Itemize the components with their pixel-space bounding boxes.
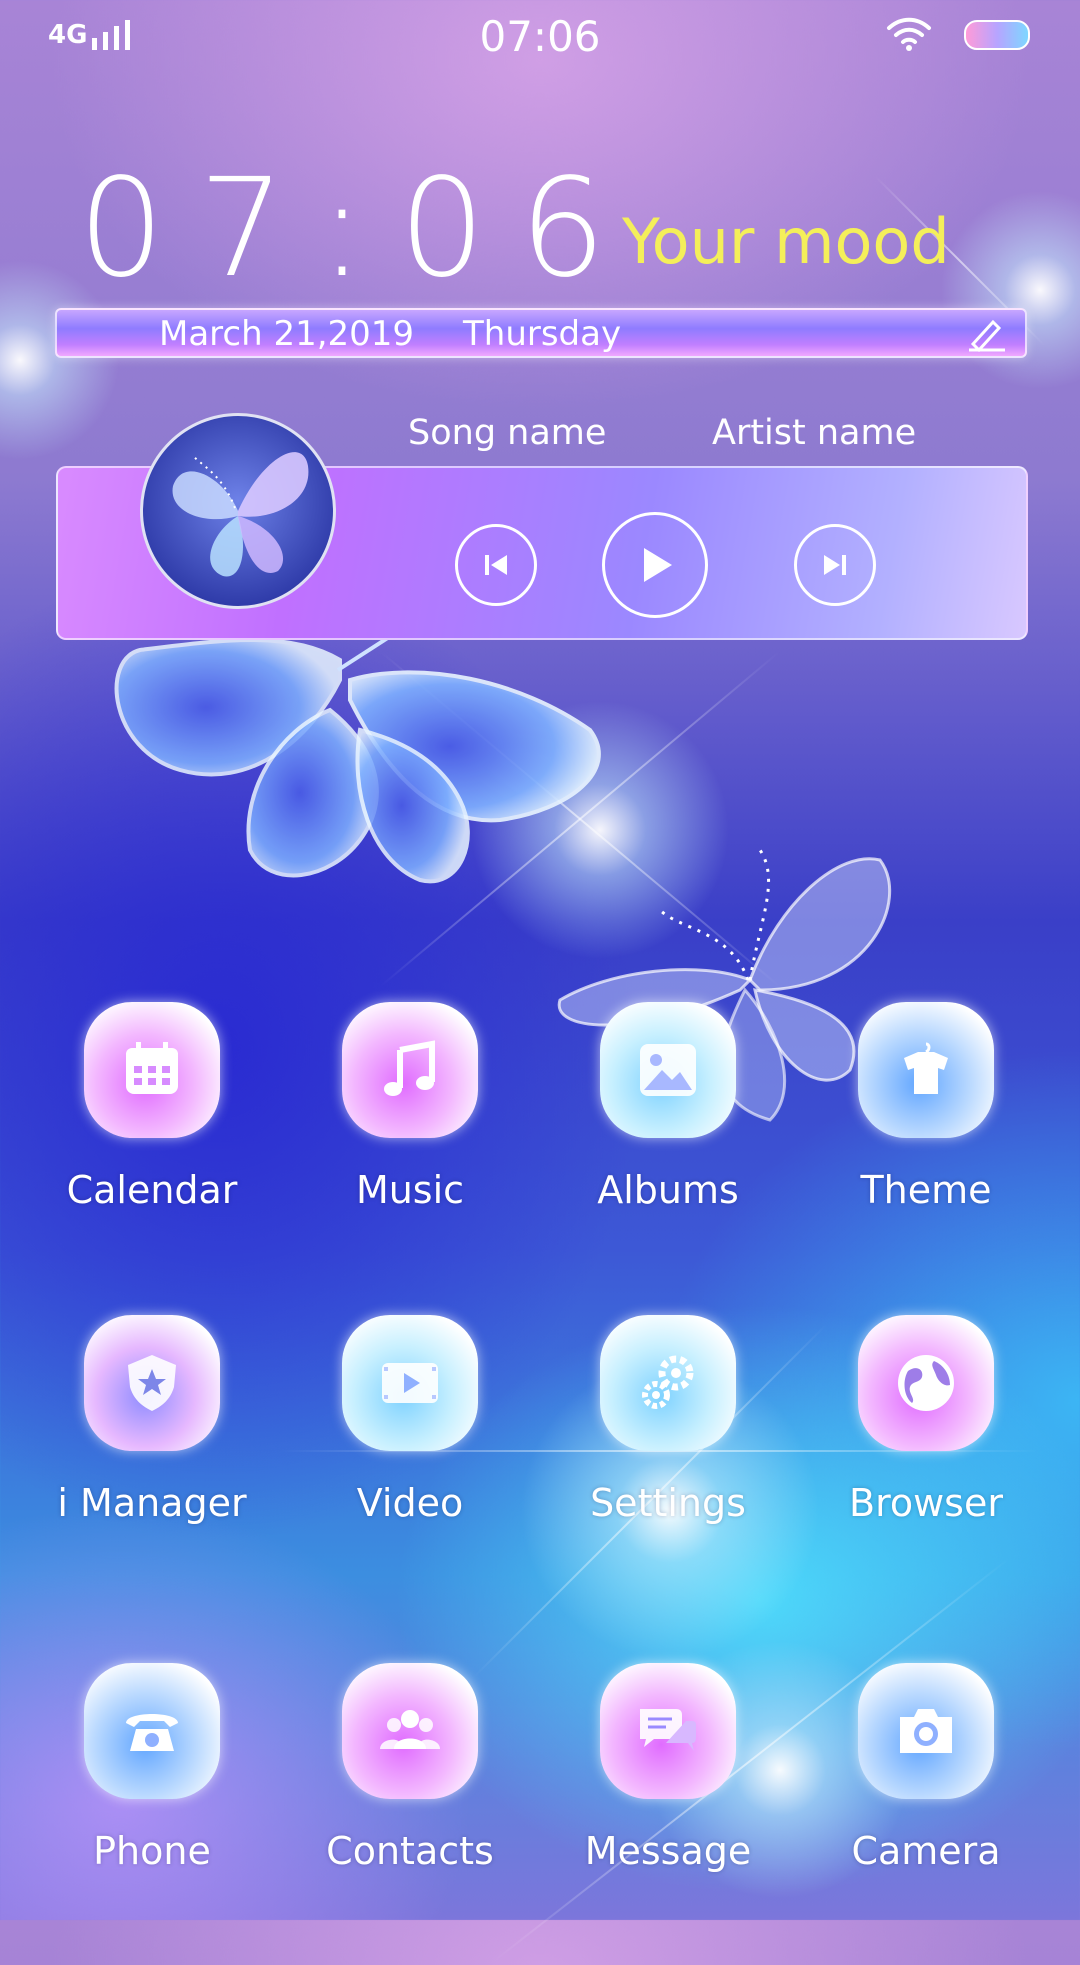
- play-button[interactable]: [602, 512, 708, 618]
- app-label: Phone: [93, 1829, 211, 1873]
- date-bar[interactable]: March 21,2019 Thursday: [55, 308, 1027, 358]
- artist-name: Artist name: [712, 413, 917, 453]
- app-label: Calendar: [66, 1168, 238, 1212]
- chat-bubbles-icon: [600, 1663, 736, 1799]
- battery-icon: [964, 20, 1030, 50]
- gear-icon: [600, 1315, 736, 1451]
- app-settings[interactable]: Settings: [568, 1315, 768, 1525]
- app-albums[interactable]: Albums: [568, 1002, 768, 1212]
- app-camera[interactable]: Camera: [826, 1663, 1026, 1873]
- app-label: Contacts: [326, 1829, 494, 1873]
- app-label: Camera: [851, 1829, 1001, 1873]
- song-name: Song name: [408, 413, 607, 453]
- skip-next-icon: [824, 555, 846, 575]
- app-label: Message: [584, 1829, 752, 1873]
- edit-pencil-icon[interactable]: [967, 316, 1007, 352]
- app-browser[interactable]: Browser: [826, 1315, 1026, 1525]
- shield-star-icon: [84, 1315, 220, 1451]
- app-label: Settings: [590, 1481, 746, 1525]
- app-calendar[interactable]: Calendar: [52, 1002, 252, 1212]
- calendar-icon: [84, 1002, 220, 1138]
- mood-text[interactable]: Your mood: [622, 205, 950, 278]
- album-art-butterfly-icon[interactable]: [140, 413, 336, 609]
- people-group-icon: [342, 1663, 478, 1799]
- skip-previous-icon: [485, 555, 507, 575]
- t-shirt-icon: [858, 1002, 994, 1138]
- status-bar: 4G 07:06: [0, 0, 1080, 70]
- play-icon: [644, 548, 672, 582]
- app-contacts[interactable]: Contacts: [310, 1663, 510, 1873]
- previous-track-button[interactable]: [455, 524, 537, 606]
- app-i-manager[interactable]: i Manager: [52, 1315, 252, 1525]
- app-music[interactable]: Music: [310, 1002, 510, 1212]
- app-label: Browser: [849, 1481, 1003, 1525]
- app-message[interactable]: Message: [568, 1663, 768, 1873]
- video-play-icon: [342, 1315, 478, 1451]
- image-icon: [600, 1002, 736, 1138]
- app-label: Albums: [597, 1168, 739, 1212]
- app-label: Music: [355, 1168, 465, 1212]
- date-text: March 21,2019: [159, 314, 415, 354]
- app-phone[interactable]: Phone: [52, 1663, 252, 1873]
- butterfly-large-decoration: [114, 628, 601, 884]
- app-label: Video: [356, 1481, 464, 1525]
- globe-icon: [858, 1315, 994, 1451]
- app-video[interactable]: Video: [310, 1315, 510, 1525]
- weekday-text: Thursday: [463, 314, 622, 354]
- app-theme[interactable]: Theme: [826, 1002, 1026, 1212]
- clock-widget-time[interactable]: 07:06: [78, 150, 640, 308]
- app-label: i Manager: [57, 1481, 247, 1525]
- telephone-icon: [84, 1663, 220, 1799]
- camera-icon: [858, 1663, 994, 1799]
- app-label: Theme: [860, 1168, 992, 1212]
- wifi-icon: [887, 17, 931, 51]
- music-note-icon: [342, 1002, 478, 1138]
- next-track-button[interactable]: [794, 524, 876, 606]
